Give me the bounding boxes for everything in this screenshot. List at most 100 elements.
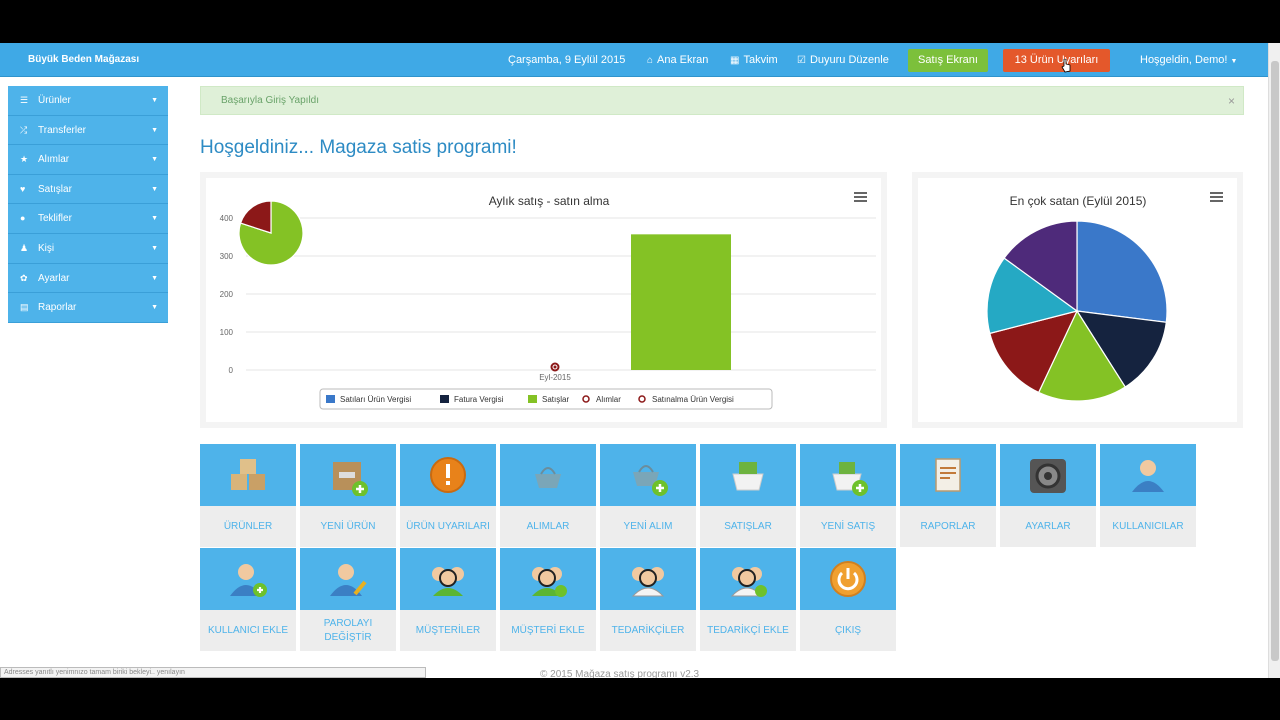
tile-label: SATIŞLAR [724,520,772,532]
tile-label: MÜŞTERİLER [415,624,481,636]
y-tick-label: 400 [220,214,234,223]
sidebar-item-5[interactable]: ♟ Kişi ▼ [8,233,168,264]
chart-menu-icon[interactable] [1210,192,1223,203]
footer-text: © 2015 Mağaza satış programı v2.3 [540,669,700,678]
table-icon: ▤ [20,302,29,313]
tile-label: YENİ ÜRÜN [320,520,376,532]
tile-label: MÜŞTERİ EKLE [511,624,585,636]
tile-icon-area [400,548,496,610]
app-window: Büyük Beden Mağazası Çarşamba, 9 Eylül 2… [0,43,1280,678]
tile-label: PAROLAYI DEĞİŞTİR [323,617,373,643]
tile-power[interactable]: ÇIKIŞ [800,548,896,651]
tile-icon-area [700,444,796,506]
product-warnings-button[interactable]: 13 Ürün Uyarıları [1003,49,1110,72]
nav-calendar[interactable]: ▦ Takvim [730,54,778,66]
tile-new-basket[interactable]: YENİ ALIM [600,444,696,547]
sidebar-item-3[interactable]: ♥ Satışlar ▼ [8,174,168,205]
sales-screen-button[interactable]: Satış Ekranı [908,49,988,72]
legend-label[interactable]: Satışlar [542,395,569,404]
sidebar-item-label: Satışlar [38,183,72,195]
tile-new-product[interactable]: YENİ ÜRÜN [300,444,396,547]
sidebar-item-1[interactable]: ⤮ Transferler ▼ [8,115,168,146]
tile-cash-box[interactable]: SATIŞLAR [700,444,796,547]
tile-label: AYARLAR [1025,520,1071,532]
tile-basket[interactable]: ALIMLAR [500,444,596,547]
new-cash-box-icon [832,462,868,496]
tile-icon-area [1000,444,1096,506]
caret-down-icon: ▼ [151,244,158,252]
suppliers-icon [631,567,665,597]
caret-down-icon: ▼ [151,215,158,223]
tile-warning[interactable]: ÜRÜN UYARILARI [400,444,496,547]
tile-customers[interactable]: MÜŞTERİLER [400,548,496,651]
legend-marker [638,395,646,403]
tile-icon-area [400,444,496,506]
user-icon: ♟ [20,242,29,253]
tile-new-cash-box[interactable]: YENİ SATIŞ [800,444,896,547]
tile-icon-area [200,444,296,506]
tile-label: TEDARİKÇİ EKLE [707,624,789,636]
sidebar-item-7[interactable]: ▤ Raporlar ▼ [8,293,168,323]
tile-boxes[interactable]: ÜRÜNLER [200,444,296,547]
tile-icon-area [200,548,296,610]
tile-edit-user[interactable]: PAROLAYI DEĞİŞTİR [300,548,396,651]
calendar-icon: ▦ [730,55,740,66]
tile-label: ÜRÜNLER [223,520,273,532]
line-point-purchase-tax[interactable] [553,365,557,369]
nav-home[interactable]: ⌂ Ana Ekran [647,54,708,66]
sidebar-item-2[interactable]: ★ Alımlar ▼ [8,145,168,175]
pie-slice-0[interactable] [1076,220,1168,323]
y-tick-label: 300 [220,252,234,261]
sidebar-item-0[interactable]: ☰ Ürünler ▼ [8,86,168,116]
tile-gears[interactable]: AYARLAR [1000,444,1096,547]
tile-add-supplier[interactable]: TEDARİKÇİ EKLE [700,548,796,651]
legend-label[interactable]: Satıları Ürün Vergisi [340,395,411,404]
legend-label[interactable]: Satınalma Ürün Vergisi [652,395,734,404]
sidebar-item-label: Ürünler [38,95,71,106]
chart-menu-icon[interactable] [854,192,867,203]
user-menu[interactable]: Hoşgeldin, Demo! ▼ [1140,54,1237,66]
tile-label: YENİ SATIŞ [820,520,876,532]
tile-label: ALIMLAR [526,520,570,532]
legend-label[interactable]: Fatura Vergisi [454,395,504,404]
tile-add-customer[interactable]: MÜŞTERİ EKLE [500,548,596,651]
basket-icon [535,467,561,488]
close-icon[interactable]: × [1228,87,1235,115]
page-scrollbar[interactable] [1268,43,1280,678]
tile-label: RAPORLAR [920,520,976,532]
bar-2[interactable] [631,234,731,370]
customers-icon [432,567,464,596]
caret-down-icon: ▼ [151,304,158,312]
sidebar-item-6[interactable]: ✿ Ayarlar ▼ [8,263,168,294]
tile-add-user[interactable]: KULLANICI EKLE [200,548,296,651]
sidebar-item-label: Transferler [38,124,86,136]
sidebar-item-label: Kişi [38,242,55,254]
tile-icon-area [300,548,396,610]
user-icon [1132,460,1164,492]
tile-icon-area [500,548,596,610]
edit-user-icon [330,564,367,596]
sidebar-item-4[interactable]: ● Teklifler ▼ [8,204,168,234]
nav-announce[interactable]: ☑ Duyuru Düzenle [797,54,889,66]
tile-icon-area [1100,444,1196,506]
page-title: Hoşgeldiniz... Magaza satis programi! [200,137,517,158]
gears-icon [1030,459,1066,493]
tile-suppliers[interactable]: TEDARİKÇİLER [600,548,696,651]
chart-title: En çok satan (Eylül 2015) [1010,194,1147,208]
new-basket-icon [633,465,668,496]
add-customer-icon [532,567,567,597]
tile-icon-area [800,548,896,610]
brand-title[interactable]: Büyük Beden Mağazası [28,54,139,65]
scrollbar-thumb[interactable] [1271,61,1279,661]
tile-user[interactable]: KULLANICILAR [1100,444,1196,547]
new-product-icon [333,462,368,496]
sidebar: ☰ Ürünler ▼ ⤮ Transferler ▼ ★ Alımlar ▼ ♥ Satışlar… [8,86,168,323]
tile-report[interactable]: RAPORLAR [900,444,996,547]
caret-down-icon: ▼ [151,156,158,164]
y-tick-label: 0 [229,366,234,375]
chart-title: Aylık satış - satın alma [489,194,610,208]
bestseller-pie-chart: En çok satan (Eylül 2015) [986,194,1168,402]
legend-label[interactable]: Alımlar [596,395,621,404]
gear-icon: ✿ [20,272,28,283]
nav-calendar-label: Takvim [743,54,778,66]
